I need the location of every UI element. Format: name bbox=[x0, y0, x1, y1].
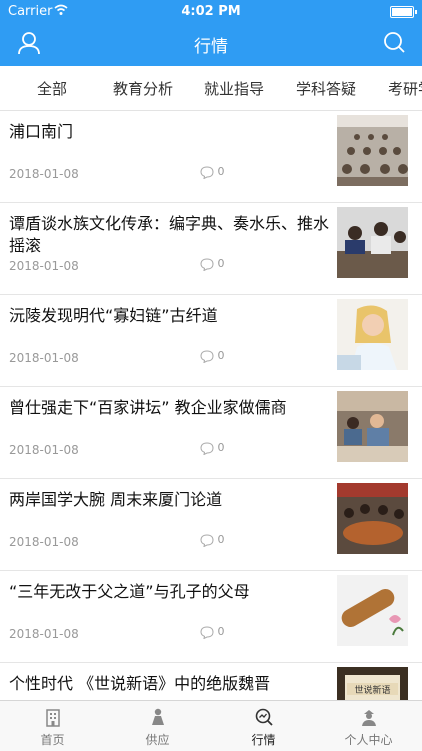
thumbnail-image: 世说新语 bbox=[337, 667, 408, 701]
item-title: 浦口南门 bbox=[9, 122, 74, 141]
tab-education-analysis[interactable]: 教育分析 bbox=[113, 78, 173, 99]
tab-subject-qa[interactable]: 学科答疑 bbox=[296, 78, 356, 99]
list-item[interactable]: 曾仕强走下“百家讲坛” 教企业家做儒商 2018-01-08 0 bbox=[0, 387, 422, 479]
comment-count: 0 bbox=[200, 533, 225, 547]
news-list: 浦口南门 2018-01-08 0 谭盾谈水族文化传承：编字典、奏水乐、推水摇滚… bbox=[0, 111, 422, 701]
comment-count: 0 bbox=[200, 625, 225, 639]
tab-home-label: 首页 bbox=[40, 733, 65, 747]
clock: 4:02 PM bbox=[181, 4, 241, 19]
thumbnail-image bbox=[337, 115, 408, 186]
item-date: 2018-01-08 bbox=[9, 627, 79, 641]
item-title: 沅陵发现明代“寡妇链”古纤道 bbox=[9, 306, 218, 325]
tab-all[interactable]: 全部 bbox=[37, 78, 67, 99]
item-date: 2018-01-08 bbox=[9, 443, 79, 457]
item-date: 2018-01-08 bbox=[9, 351, 79, 365]
list-item[interactable]: 谭盾谈水族文化传承：编字典、奏水乐、推水摇滚 2018-01-08 0 bbox=[0, 203, 422, 295]
tab-market-label: 行情 bbox=[251, 733, 276, 747]
person-icon bbox=[151, 708, 164, 725]
item-date: 2018-01-08 bbox=[9, 167, 79, 181]
comment-icon bbox=[200, 533, 214, 547]
nav-bar: 行情 bbox=[0, 22, 422, 66]
list-item[interactable]: 两岸国学大腕 周末来厦门论道 2018-01-08 0 bbox=[0, 479, 422, 571]
thumbnail-image bbox=[337, 575, 408, 646]
thumb-caption: 世说新语 bbox=[354, 684, 390, 696]
list-item[interactable]: 浦口南门 2018-01-08 0 bbox=[0, 111, 422, 203]
list-item[interactable]: 沅陵发现明代“寡妇链”古纤道 2018-01-08 0 bbox=[0, 295, 422, 387]
comment-icon bbox=[200, 257, 214, 271]
category-tabs: 全部 教育分析 就业指导 学科答疑 考研学 bbox=[0, 66, 422, 111]
building-icon bbox=[45, 709, 60, 727]
item-title: 曾仕强走下“百家讲坛” 教企业家做儒商 bbox=[9, 398, 287, 417]
tab-supply[interactable]: 供应 bbox=[105, 701, 210, 751]
thumbnail-image bbox=[337, 207, 408, 278]
search-icon[interactable] bbox=[382, 30, 406, 54]
item-title: 个性时代 《世说新语》中的绝版魏晋 bbox=[9, 674, 271, 693]
profile-icon bbox=[361, 710, 376, 726]
item-title: 谭盾谈水族文化传承：编字典、奏水乐、推水摇滚 bbox=[9, 214, 330, 255]
tab-home[interactable]: 首页 bbox=[0, 701, 105, 751]
comment-icon bbox=[200, 349, 214, 363]
list-item[interactable]: 个性时代 《世说新语》中的绝版魏晋 世说新语 bbox=[0, 663, 422, 701]
thumbnail-image bbox=[337, 391, 408, 462]
tab-supply-label: 供应 bbox=[145, 733, 170, 747]
comment-count: 0 bbox=[200, 165, 225, 179]
page-title: 行情 bbox=[194, 37, 228, 57]
status-bar: Carrier 4:02 PM bbox=[0, 0, 422, 22]
comment-count: 0 bbox=[200, 257, 225, 271]
tab-market[interactable]: 行情 bbox=[211, 701, 316, 751]
item-title: 两岸国学大腕 周末来厦门论道 bbox=[9, 490, 223, 509]
list-item[interactable]: “三年无改于父之道”与孔子的父母 2018-01-08 0 bbox=[0, 571, 422, 663]
item-title: “三年无改于父之道”与孔子的父母 bbox=[9, 582, 250, 601]
comment-icon bbox=[200, 625, 214, 639]
battery-icon bbox=[390, 6, 417, 18]
comment-count: 0 bbox=[200, 349, 225, 363]
comment-count: 0 bbox=[200, 441, 225, 455]
thumbnail-image bbox=[337, 299, 408, 370]
tab-profile[interactable]: 个人中心 bbox=[316, 701, 421, 751]
item-date: 2018-01-08 bbox=[9, 259, 79, 273]
tab-employment-guidance[interactable]: 就业指导 bbox=[204, 78, 264, 99]
tab-profile-label: 个人中心 bbox=[344, 733, 393, 747]
item-date: 2018-01-08 bbox=[9, 535, 79, 549]
bottom-tab-bar: 首页 供应 行情 个人中心 bbox=[0, 700, 422, 751]
comment-icon bbox=[200, 165, 214, 179]
thumbnail-image bbox=[337, 483, 408, 554]
tab-postgraduate[interactable]: 考研学 bbox=[388, 78, 422, 99]
chart-magnifier-icon bbox=[255, 708, 273, 726]
comment-icon bbox=[200, 441, 214, 455]
